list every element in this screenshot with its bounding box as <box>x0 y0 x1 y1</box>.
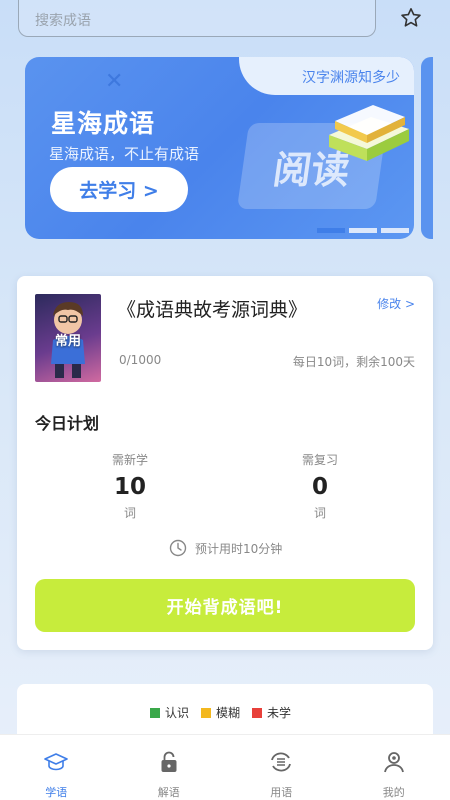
estimated-time: 预计用时10分钟 <box>169 539 282 557</box>
cover-label: 常用 <box>54 334 81 349</box>
legend-swatch <box>150 707 160 718</box>
new-words-label: 需新学 <box>111 453 148 467</box>
book-title: 《成语典故考源词典》 <box>117 299 308 321</box>
lock-icon <box>161 751 177 772</box>
edit-link[interactable]: 修改 > <box>377 295 415 312</box>
book-cover[interactable]: 常用 <box>35 294 101 382</box>
go-learn-button[interactable]: 去学习 > <box>50 167 188 212</box>
legend-label: 未学 <box>267 706 292 720</box>
legend-swatch <box>201 707 212 718</box>
daily-plan-text: 每日10词，剩余100天 <box>292 355 415 369</box>
nav-label: 学语 <box>45 786 68 799</box>
page-dot[interactable] <box>349 228 377 233</box>
nav-label: 我的 <box>382 786 405 799</box>
bottom-nav: 学语 解语 用语 我的 <box>0 734 450 800</box>
review-words-stat: 需复习 0 词 <box>275 451 365 521</box>
nav-item-explain[interactable]: 解语 <box>113 735 226 800</box>
review-words-label: 需复习 <box>301 453 338 467</box>
banner-pagination <box>317 228 409 233</box>
progress-count: 0/1000 <box>119 353 162 367</box>
review-words-value: 0 <box>311 474 328 500</box>
legend-item-fuzzy: 模糊 <box>201 704 240 721</box>
legend-item-known: 认识 <box>150 704 189 721</box>
nav-item-use[interactable]: 用语 <box>225 735 338 800</box>
nav-label: 解语 <box>157 786 180 799</box>
banner-tag: 汉字渊源知多少 <box>302 70 400 86</box>
page-dot[interactable] <box>381 228 409 233</box>
nav-item-learn[interactable]: 学语 <box>0 735 113 800</box>
search-placeholder: 搜索成语 <box>35 13 91 29</box>
banner-subtitle: 星海成语，不止有成语 <box>49 145 200 163</box>
user-icon <box>383 752 404 773</box>
star-icon[interactable] <box>399 6 423 30</box>
banner-title: 星海成语 <box>51 109 156 138</box>
legend-label: 模糊 <box>216 706 241 720</box>
legend: 认识 模糊 未学 <box>150 704 291 721</box>
page-dot[interactable] <box>317 228 345 233</box>
cross-decoration-icon: ✕ <box>105 69 124 94</box>
review-words-unit: 词 <box>313 506 326 520</box>
nav-label: 用语 <box>270 786 293 799</box>
legend-label: 认识 <box>165 706 190 720</box>
book-stack-icon <box>321 95 413 173</box>
search-input[interactable]: 搜索成语 <box>18 0 376 37</box>
estimated-time-text: 预计用时10分钟 <box>195 541 283 556</box>
new-words-unit: 词 <box>123 506 136 520</box>
legend-item-unlearned: 未学 <box>252 704 291 721</box>
graduation-cap-icon <box>44 753 69 771</box>
study-plan-card: 常用 《成语典故考源词典》 修改 > 0/1000 每日10词，剩余100天 今… <box>17 276 433 650</box>
swap-icon <box>271 752 292 772</box>
legend-swatch <box>252 707 263 718</box>
clock-icon <box>169 539 187 557</box>
start-learning-button[interactable]: 开始背成语吧! <box>35 579 415 632</box>
new-words-value: 10 <box>113 474 146 500</box>
new-words-stat: 需新学 10 词 <box>85 451 175 521</box>
plan-title: 今日计划 <box>35 414 100 433</box>
next-banner-peek[interactable] <box>421 57 433 239</box>
nav-item-profile[interactable]: 我的 <box>338 735 450 800</box>
promo-banner[interactable]: 汉字渊源知多少 ✕ 星海成语 星海成语，不止有成语 阅读 去学习 > <box>25 57 414 239</box>
